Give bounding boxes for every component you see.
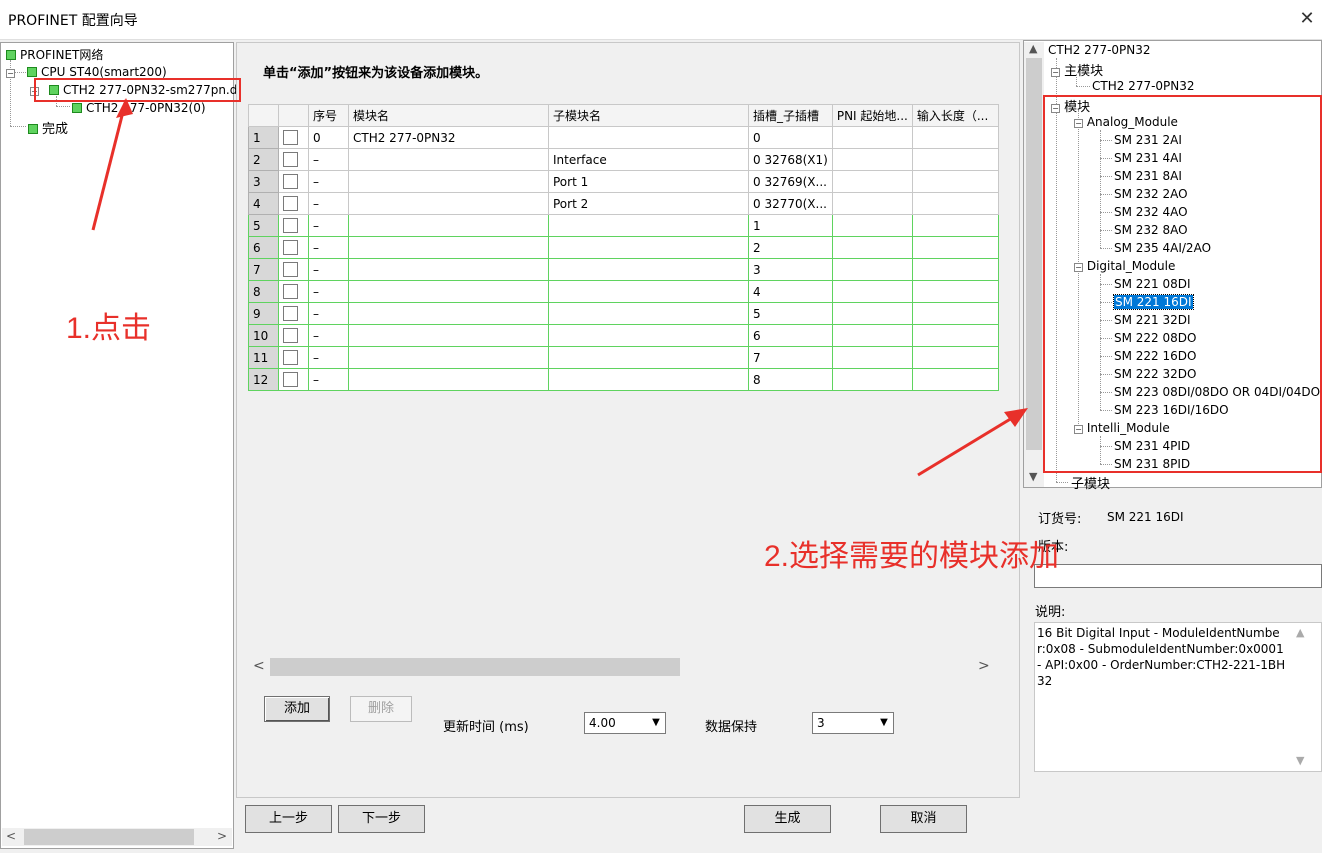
arrow-up-icon bbox=[91, 99, 128, 231]
arrow-up-head-icon bbox=[116, 98, 133, 118]
arrow-right-head-icon bbox=[1004, 408, 1028, 427]
arrow-right-icon bbox=[917, 410, 1023, 477]
annotation-arrows bbox=[91, 98, 1028, 477]
